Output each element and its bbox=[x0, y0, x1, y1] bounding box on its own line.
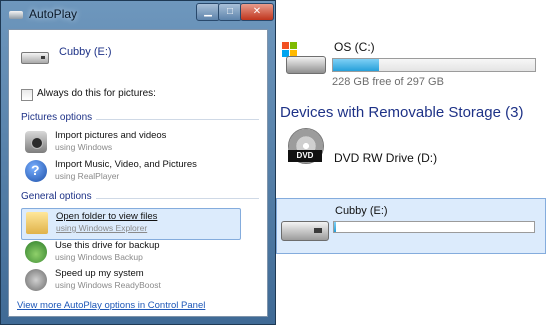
option-title: Speed up my system bbox=[55, 268, 144, 279]
autoplay-window: AutoPlay ▁ □ ✕ Cubby (E:) Always do this… bbox=[0, 0, 276, 325]
always-do-checkbox[interactable] bbox=[21, 89, 33, 101]
folder-icon bbox=[26, 212, 48, 234]
pictures-options-title: Pictures options bbox=[21, 112, 97, 123]
option-subtitle: using Windows ReadyBoost bbox=[55, 280, 161, 290]
control-panel-link[interactable]: View more AutoPlay options in Control Pa… bbox=[17, 300, 205, 311]
always-do-label[interactable]: Always do this for pictures: bbox=[37, 88, 156, 99]
os-drive-name[interactable]: OS (C:) bbox=[334, 40, 375, 54]
option-title: Open folder to view files bbox=[56, 211, 158, 222]
removable-storage-header[interactable]: Devices with Removable Storage (3) bbox=[280, 104, 523, 121]
general-options-section: General options bbox=[21, 191, 259, 205]
option-subtitle: using Windows bbox=[55, 142, 113, 152]
usb-drive-icon bbox=[281, 221, 329, 241]
option-readyboost[interactable]: Speed up my system using Windows ReadyBo… bbox=[21, 266, 239, 296]
cubby-drive-name: Cubby (E:) bbox=[335, 205, 388, 217]
maximize-button[interactable]: □ bbox=[218, 3, 242, 21]
option-import-pictures[interactable]: Import pictures and videos using Windows bbox=[21, 128, 239, 158]
option-open-folder[interactable]: Open folder to view files using Windows … bbox=[21, 208, 241, 240]
usb-drive-icon bbox=[21, 52, 49, 64]
backup-icon bbox=[25, 241, 47, 263]
option-title: Import Music, Video, and Pictures bbox=[55, 159, 197, 170]
general-options-title: General options bbox=[21, 191, 96, 202]
option-title: Use this drive for backup bbox=[55, 240, 160, 251]
option-backup[interactable]: Use this drive for backup using Windows … bbox=[21, 238, 239, 268]
option-import-realplayer[interactable]: Import Music, Video, and Pictures using … bbox=[21, 157, 239, 187]
computer-drives-panel: OS (C:) 228 GB free of 297 GB Devices wi… bbox=[276, 30, 548, 260]
cubby-drive-tile[interactable]: Cubby (E:) bbox=[276, 198, 546, 254]
option-subtitle: using RealPlayer bbox=[55, 171, 120, 181]
os-drive-usage-bar bbox=[332, 58, 536, 72]
autoplay-title-icon bbox=[9, 11, 23, 19]
device-name: Cubby (E:) bbox=[59, 46, 112, 58]
hard-drive-icon bbox=[286, 56, 326, 74]
close-button[interactable]: ✕ bbox=[240, 3, 274, 21]
titlebar[interactable]: AutoPlay ▁ □ ✕ bbox=[1, 1, 275, 29]
realplayer-icon bbox=[25, 160, 47, 182]
option-title: Import pictures and videos bbox=[55, 130, 167, 141]
os-drive-free-space: 228 GB free of 297 GB bbox=[332, 76, 444, 88]
dvd-drive-name[interactable]: DVD RW Drive (D:) bbox=[334, 151, 437, 165]
option-subtitle: using Windows Explorer bbox=[56, 223, 148, 233]
pictures-options-section: Pictures options bbox=[21, 112, 259, 126]
option-subtitle: using Windows Backup bbox=[55, 252, 143, 262]
minimize-button[interactable]: ▁ bbox=[196, 3, 220, 21]
cubby-drive-usage-bar bbox=[333, 221, 535, 233]
camera-icon bbox=[25, 131, 47, 153]
os-drive-icon[interactable] bbox=[280, 42, 326, 76]
dvd-drive-icon[interactable]: DVD bbox=[288, 128, 324, 168]
autoplay-content: Cubby (E:) Always do this for pictures: … bbox=[8, 29, 268, 317]
os-drive-usage-fill bbox=[333, 59, 380, 71]
window-title: AutoPlay bbox=[29, 7, 78, 21]
cubby-drive-usage-fill bbox=[334, 222, 336, 232]
readyboost-icon bbox=[25, 269, 47, 291]
dvd-badge: DVD bbox=[288, 150, 322, 162]
